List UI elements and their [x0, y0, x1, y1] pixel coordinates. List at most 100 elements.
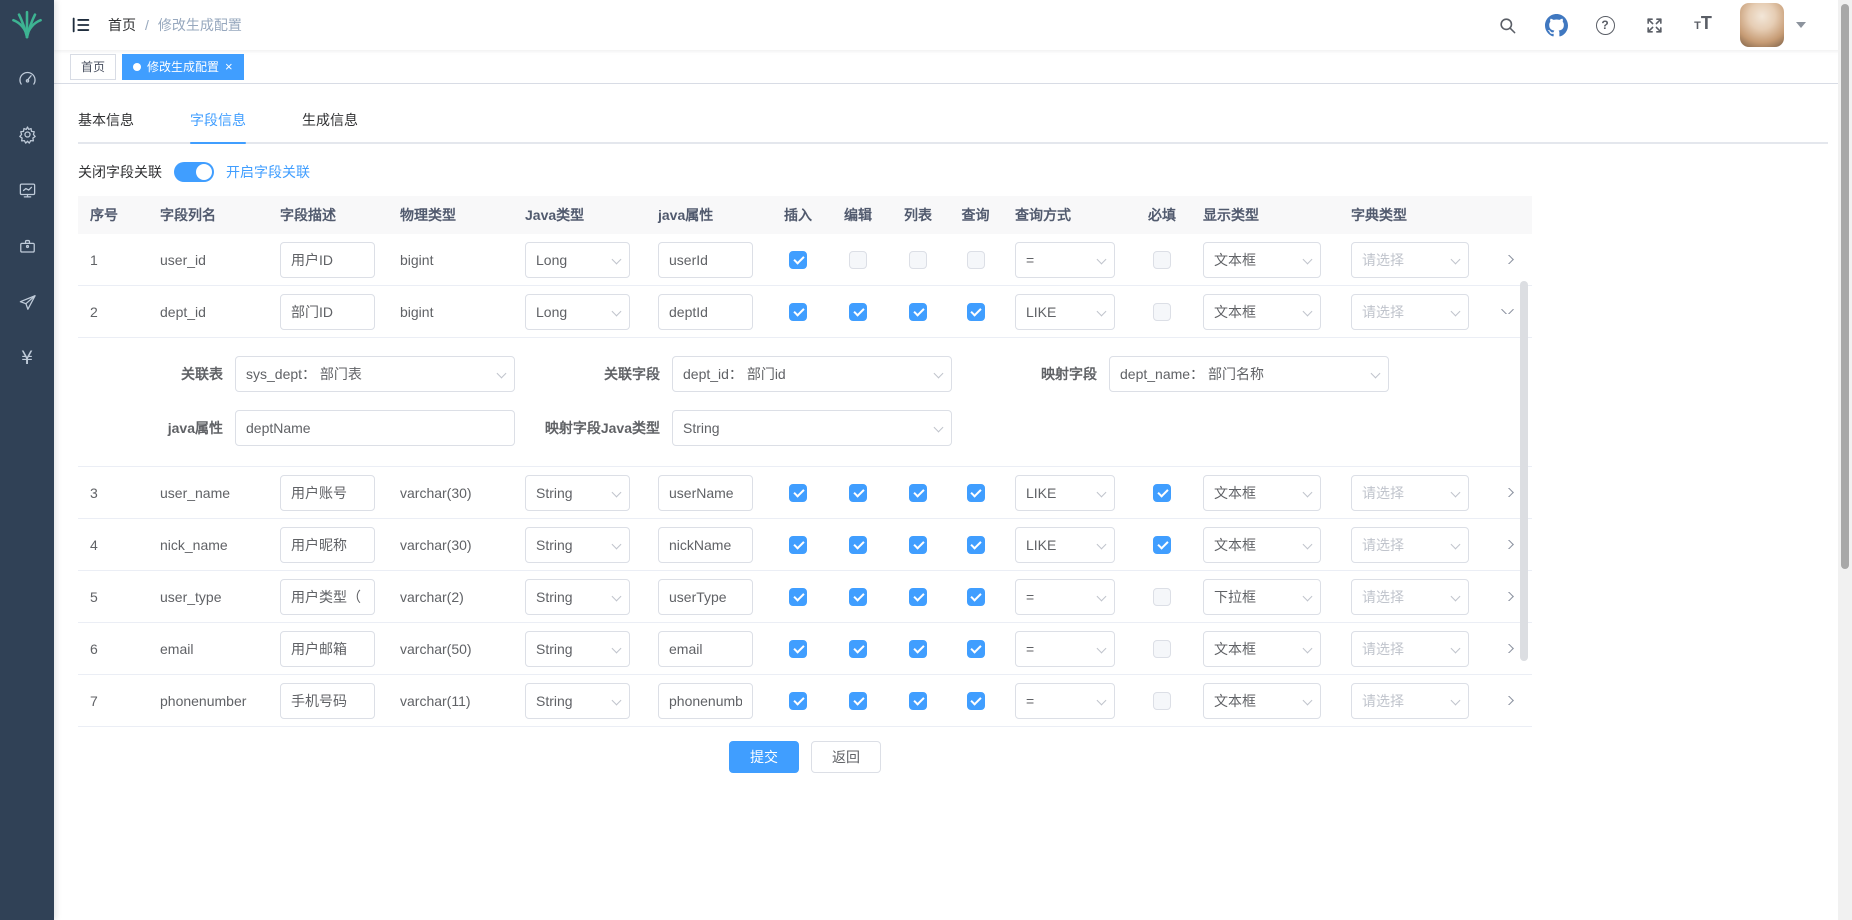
list-checkbox[interactable] — [909, 588, 927, 606]
dict-type-select[interactable]: 请选择 — [1351, 631, 1469, 667]
query-checkbox[interactable] — [967, 303, 985, 321]
insert-checkbox[interactable] — [789, 251, 807, 269]
dict-type-select[interactable]: 请选择 — [1351, 579, 1469, 615]
insert-checkbox[interactable] — [789, 588, 807, 606]
html-type-select[interactable]: 文本框 — [1203, 631, 1321, 667]
list-checkbox[interactable] — [909, 251, 927, 269]
dict-type-select[interactable]: 请选择 — [1351, 294, 1469, 330]
java-field-input[interactable] — [658, 631, 753, 667]
search-icon[interactable] — [1495, 13, 1519, 37]
submit-button[interactable]: 提交 — [729, 741, 799, 773]
java-field-input[interactable] — [658, 683, 753, 719]
fullscreen-icon[interactable] — [1642, 13, 1666, 37]
list-checkbox[interactable] — [909, 692, 927, 710]
java-field-input[interactable] — [658, 242, 753, 278]
question-icon[interactable]: ? — [1593, 13, 1617, 37]
java-type-select[interactable]: Long — [525, 294, 630, 330]
query-checkbox[interactable] — [967, 536, 985, 554]
expand-row-icon[interactable] — [1501, 592, 1514, 601]
java-type-select[interactable]: String — [525, 631, 630, 667]
fold-menu-icon[interactable] — [70, 14, 92, 36]
list-checkbox[interactable] — [909, 303, 927, 321]
relation-field-select[interactable]: dept_id： 部门id — [672, 356, 952, 392]
github-icon[interactable] — [1544, 13, 1568, 37]
query-type-select[interactable]: = — [1015, 631, 1115, 667]
required-checkbox[interactable] — [1153, 303, 1171, 321]
desc-input[interactable] — [280, 294, 375, 330]
html-type-select[interactable]: 文本框 — [1203, 683, 1321, 719]
java-field-input[interactable] — [658, 294, 753, 330]
query-type-select[interactable]: LIKE — [1015, 527, 1115, 563]
desc-input[interactable] — [280, 683, 375, 719]
insert-checkbox[interactable] — [789, 303, 807, 321]
relation-table-select[interactable]: sys_dept： 部门表 — [235, 356, 515, 392]
list-checkbox[interactable] — [909, 484, 927, 502]
required-checkbox[interactable] — [1153, 484, 1171, 502]
query-checkbox[interactable] — [967, 588, 985, 606]
insert-checkbox[interactable] — [789, 640, 807, 658]
close-tag-icon[interactable]: × — [225, 60, 233, 73]
edit-checkbox[interactable] — [849, 588, 867, 606]
back-button[interactable]: 返回 — [811, 741, 881, 773]
edit-checkbox[interactable] — [849, 692, 867, 710]
sidebar-item-guide[interactable] — [0, 274, 54, 330]
query-type-select[interactable]: LIKE — [1015, 475, 1115, 511]
relation-switch[interactable] — [174, 162, 214, 182]
required-checkbox[interactable] — [1153, 588, 1171, 606]
tab-basic-info[interactable]: 基本信息 — [78, 98, 134, 142]
edit-checkbox[interactable] — [849, 303, 867, 321]
table-scrollbar-thumb[interactable] — [1520, 281, 1528, 661]
tag-modify-gen-config[interactable]: 修改生成配置 × — [122, 54, 244, 80]
desc-input[interactable] — [280, 631, 375, 667]
java-type-select[interactable]: Long — [525, 242, 630, 278]
dict-type-select[interactable]: 请选择 — [1351, 527, 1469, 563]
mapping-field-select[interactable]: dept_name： 部门名称 — [1109, 356, 1389, 392]
query-checkbox[interactable] — [967, 692, 985, 710]
expand-row-icon[interactable] — [1501, 255, 1514, 264]
java-type-select[interactable]: String — [525, 683, 630, 719]
java-type-select[interactable]: String — [525, 579, 630, 615]
mapping-java-type-select[interactable]: String — [672, 410, 952, 446]
html-type-select[interactable]: 文本框 — [1203, 294, 1321, 330]
edit-checkbox[interactable] — [849, 536, 867, 554]
dict-type-select[interactable]: 请选择 — [1351, 242, 1469, 278]
dict-type-select[interactable]: 请选择 — [1351, 683, 1469, 719]
java-field-input[interactable] — [658, 475, 753, 511]
list-checkbox[interactable] — [909, 640, 927, 658]
sidebar-item-tool[interactable] — [0, 218, 54, 274]
desc-input[interactable] — [280, 242, 375, 278]
html-type-select[interactable]: 文本框 — [1203, 242, 1321, 278]
desc-input[interactable] — [280, 579, 375, 615]
expand-row-icon[interactable] — [1501, 488, 1514, 497]
required-checkbox[interactable] — [1153, 640, 1171, 658]
edit-checkbox[interactable] — [849, 640, 867, 658]
desc-input[interactable] — [280, 475, 375, 511]
sidebar-item-pay[interactable]: ¥ — [0, 330, 54, 386]
dict-type-select[interactable]: 请选择 — [1351, 475, 1469, 511]
java-type-select[interactable]: String — [525, 527, 630, 563]
java-field-input[interactable] — [658, 527, 753, 563]
expand-row-icon[interactable] — [1501, 540, 1514, 549]
required-checkbox[interactable] — [1153, 536, 1171, 554]
breadcrumb-home[interactable]: 首页 — [108, 15, 136, 35]
query-checkbox[interactable] — [967, 251, 985, 269]
app-logo[interactable] — [0, 0, 54, 50]
insert-checkbox[interactable] — [789, 692, 807, 710]
sidebar-item-dashboard[interactable] — [0, 50, 54, 106]
tab-gen-info[interactable]: 生成信息 — [302, 98, 358, 142]
html-type-select[interactable]: 文本框 — [1203, 475, 1321, 511]
list-checkbox[interactable] — [909, 536, 927, 554]
font-size-icon[interactable]: TT — [1691, 13, 1715, 37]
java-attr-input[interactable] — [235, 410, 515, 446]
java-field-input[interactable] — [658, 579, 753, 615]
html-type-select[interactable]: 文本框 — [1203, 527, 1321, 563]
expand-row-icon[interactable] — [1501, 644, 1514, 653]
query-type-select[interactable]: = — [1015, 683, 1115, 719]
page-scrollbar-thumb[interactable] — [1841, 4, 1849, 569]
query-checkbox[interactable] — [967, 640, 985, 658]
query-checkbox[interactable] — [967, 484, 985, 502]
sidebar-item-monitor[interactable] — [0, 162, 54, 218]
html-type-select[interactable]: 下拉框 — [1203, 579, 1321, 615]
query-type-select[interactable]: LIKE — [1015, 294, 1115, 330]
required-checkbox[interactable] — [1153, 692, 1171, 710]
